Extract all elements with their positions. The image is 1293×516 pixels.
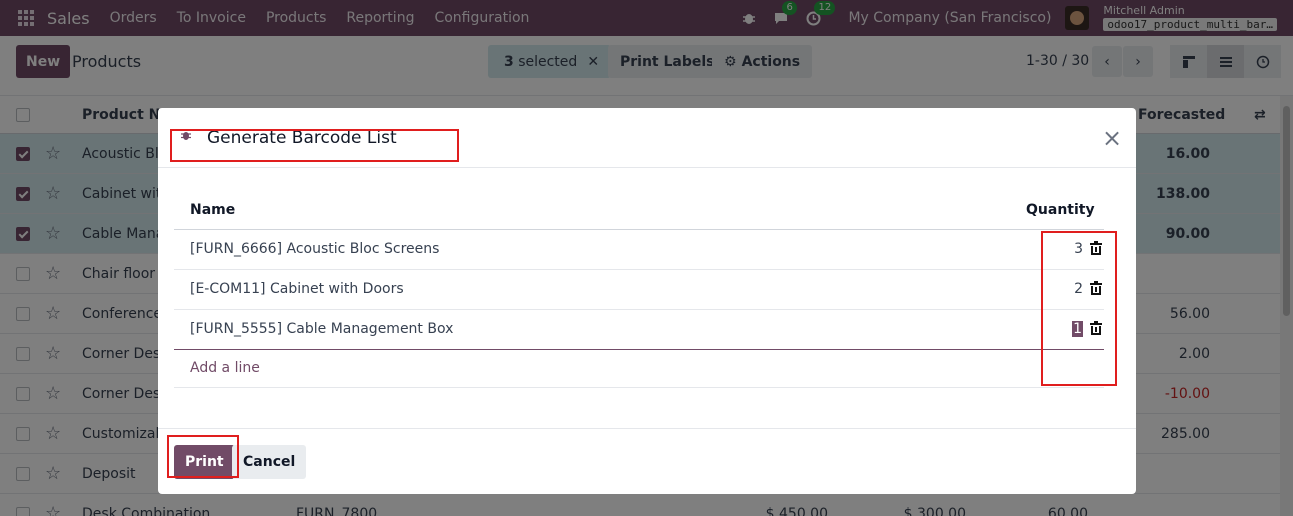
dialog-footer: Print Cancel — [158, 428, 1136, 494]
line-product-name[interactable]: [E-COM11] Cabinet with Doors — [190, 281, 404, 297]
line-product-name[interactable]: [FURN_5555] Cable Management Box — [190, 321, 453, 337]
table-row[interactable]: [E-COM11] Cabinet with Doors 2 — [174, 270, 1104, 310]
column-name: Name — [190, 202, 236, 218]
add-line-row[interactable]: Add a line — [174, 350, 1104, 388]
cancel-button[interactable]: Cancel — [232, 445, 307, 479]
table-row-editing[interactable]: [FURN_5555] Cable Management Box 1 — [174, 310, 1104, 350]
title-annotation-box — [170, 129, 459, 162]
quantity-annotation-box — [1041, 231, 1117, 386]
print-annotation-box — [167, 435, 239, 478]
generate-barcode-dialog: Generate Barcode List × Name Quantity [F… — [158, 108, 1136, 494]
column-quantity: Quantity — [1026, 202, 1095, 218]
add-line-link[interactable]: Add a line — [190, 360, 260, 376]
table-row[interactable]: [FURN_6666] Acoustic Bloc Screens 3 — [174, 230, 1104, 270]
close-icon[interactable]: × — [1102, 126, 1122, 150]
table-header: Name Quantity — [174, 190, 1104, 230]
line-product-name[interactable]: [FURN_6666] Acoustic Bloc Screens — [190, 241, 439, 257]
